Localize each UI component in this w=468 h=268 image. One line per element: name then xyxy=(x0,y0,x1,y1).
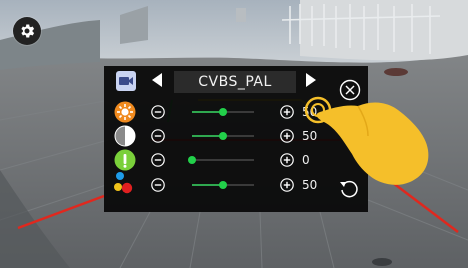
brightness-minus-button[interactable] xyxy=(151,105,165,119)
color-minus-button[interactable] xyxy=(151,178,165,192)
info-plus-button[interactable] xyxy=(280,153,294,167)
settings-button[interactable] xyxy=(13,17,41,45)
settings-gear-icon xyxy=(21,24,35,38)
color-palette-icon xyxy=(114,172,133,194)
camera-view: CVBS_PAL 50 50 0 50 xyxy=(0,0,468,268)
color-slider-knob[interactable] xyxy=(219,181,227,189)
info-slider[interactable] xyxy=(188,156,254,164)
contrast-slider[interactable] xyxy=(192,132,254,140)
brightness-plus-button[interactable] xyxy=(280,105,294,119)
source-prev-button[interactable] xyxy=(148,71,166,89)
brightness-slider[interactable] xyxy=(192,108,254,116)
info-icon xyxy=(114,149,136,171)
contrast-minus-button[interactable] xyxy=(151,129,165,143)
arrow-right-icon xyxy=(306,73,316,87)
source-title: CVBS_PAL xyxy=(174,71,296,93)
info-minus-button[interactable] xyxy=(151,153,165,167)
brightness-icon xyxy=(114,101,136,123)
contrast-icon xyxy=(114,125,136,147)
source-next-button[interactable] xyxy=(302,71,320,89)
brightness-slider-knob[interactable] xyxy=(219,108,227,116)
color-slider[interactable] xyxy=(192,181,254,189)
contrast-slider-knob[interactable] xyxy=(219,132,227,140)
arrow-left-icon xyxy=(152,73,162,87)
color-plus-button[interactable] xyxy=(280,178,294,192)
camera-source-button[interactable] xyxy=(116,71,136,91)
contrast-plus-button[interactable] xyxy=(280,129,294,143)
info-slider-knob[interactable] xyxy=(188,156,196,164)
camera-source-icon xyxy=(119,77,133,85)
tap-hand-icon xyxy=(304,96,429,185)
